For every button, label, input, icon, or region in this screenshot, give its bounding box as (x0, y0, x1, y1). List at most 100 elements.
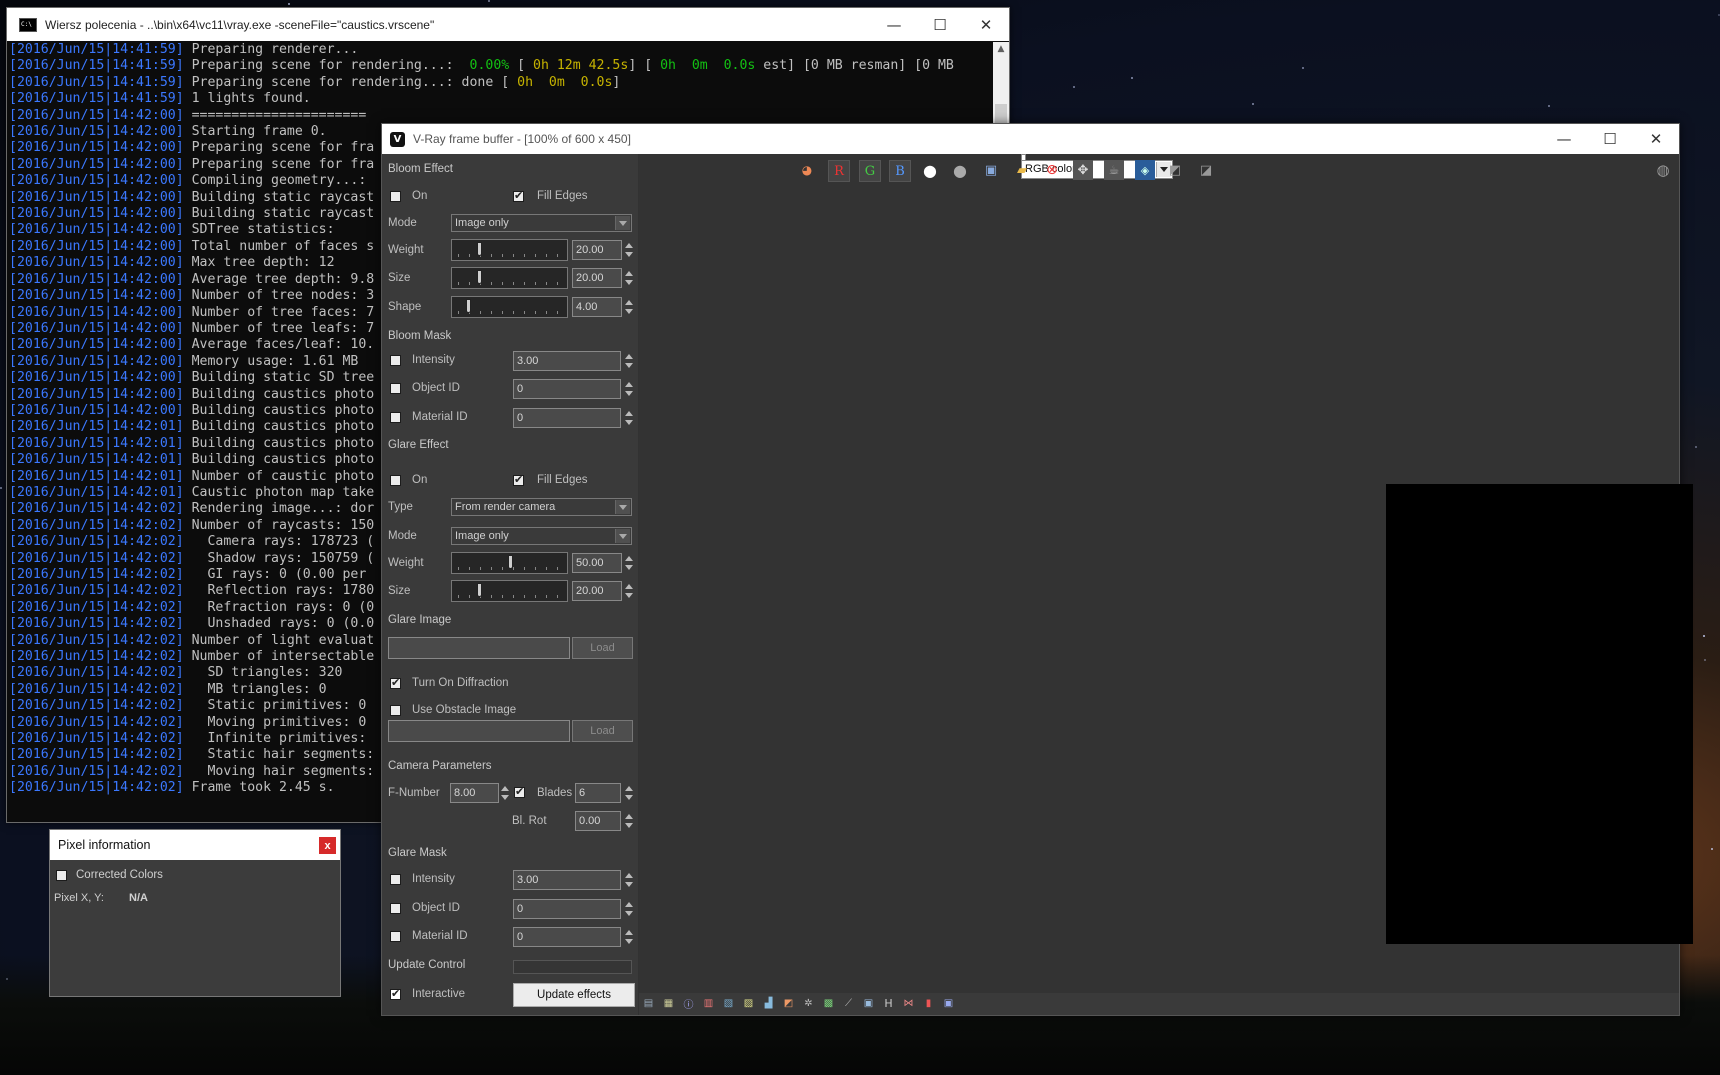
vfb-titlebar[interactable]: V V-Ray frame buffer - [100% of 600 x 45… (382, 124, 1679, 154)
use-obstacle-image-checkbox[interactable] (390, 705, 401, 716)
bloom-size-slider[interactable] (451, 267, 568, 289)
statusbar-icon-16[interactable]: ▣ (942, 997, 955, 1010)
blade-rotation-input[interactable]: 0.00 (575, 811, 621, 831)
pixel-info-titlebar[interactable]: Pixel information x (50, 830, 340, 860)
slider-knob[interactable] (476, 583, 482, 597)
info-icon[interactable]: ⓘ (682, 997, 695, 1011)
glare-size-input[interactable]: 20.00 (572, 581, 622, 601)
bloom-weight-input[interactable]: 20.00 (572, 240, 622, 260)
blades-input[interactable]: 6 (575, 783, 621, 803)
glare-mask-material-id-checkbox[interactable] (390, 931, 401, 942)
cmd-maximize-button[interactable]: ☐ (917, 8, 963, 41)
blade-rotation-spinner[interactable] (625, 811, 633, 831)
bloom-weight-slider[interactable] (451, 239, 568, 261)
vfb-minimize-button[interactable]: — (1541, 124, 1587, 154)
obstacle-image-path-input[interactable] (388, 720, 570, 742)
bloom-mask-intensity-checkbox[interactable] (390, 355, 401, 366)
bloom-mask-intensity-spinner[interactable] (625, 351, 633, 371)
glare-mask-object-id-input[interactable]: 0 (513, 899, 621, 919)
pixel-information-window[interactable]: Pixel information x Corrected Colors Pix… (49, 829, 341, 997)
green-channel-button[interactable]: G (859, 160, 881, 182)
glare-mask-intensity-spinner[interactable] (625, 870, 633, 890)
glare-type-select[interactable]: From render camera (451, 498, 632, 516)
clear-image-icon[interactable]: ⊗ (1042, 160, 1062, 180)
scroll-up-arrow-icon[interactable]: ▲ (993, 44, 1009, 54)
blades-checkbox[interactable] (514, 785, 525, 798)
blades-spinner[interactable] (625, 783, 633, 803)
glare-mask-object-id-checkbox[interactable] (390, 903, 401, 914)
glare-mask-material-id-spinner[interactable] (625, 927, 633, 947)
statusbar-icon-6[interactable]: ▨ (742, 997, 755, 1010)
slider-knob[interactable] (476, 242, 482, 256)
vfb-close-button[interactable]: ✕ (1633, 124, 1679, 154)
bloom-size-spinner[interactable] (625, 268, 633, 288)
bloom-weight-spinner[interactable] (625, 240, 633, 260)
bloom-mask-material-id-spinner[interactable] (625, 408, 633, 428)
statusbar-icon-9[interactable]: ✲ (802, 997, 815, 1010)
gray-circle-icon[interactable]: ● (950, 160, 970, 180)
bloom-shape-spinner[interactable] (625, 297, 633, 317)
statusbar-icon-2[interactable]: ▦ (662, 997, 675, 1010)
cmd-close-button[interactable]: ✕ (963, 8, 1009, 41)
glare-image-path-input[interactable] (388, 637, 570, 659)
region-render-icon[interactable]: ◈ (1135, 160, 1155, 180)
bloom-mask-material-id-checkbox[interactable] (390, 412, 401, 423)
update-effects-button[interactable]: Update effects (513, 983, 635, 1007)
bloom-mask-material-id-input[interactable]: 0 (513, 408, 621, 428)
render-image[interactable] (1386, 484, 1693, 944)
glare-mask-intensity-checkbox[interactable] (390, 874, 401, 885)
statusbar-icon-12[interactable]: ▣ (862, 997, 875, 1010)
bloom-mask-object-id-input[interactable]: 0 (513, 379, 621, 399)
glare-weight-slider[interactable] (451, 552, 568, 574)
white-circle-icon[interactable]: ● (920, 160, 940, 180)
statusbar-icon-5[interactable]: ▧ (722, 997, 735, 1010)
globe-icon[interactable]: ◍ (1653, 160, 1673, 180)
interactive-checkbox[interactable] (390, 987, 401, 1000)
color-channels-icon[interactable]: ◕ (797, 160, 817, 180)
bloom-fill-edges-checkbox[interactable] (513, 189, 524, 202)
bloom-mode-select[interactable]: Image only (451, 214, 632, 232)
glare-on-checkbox[interactable] (390, 475, 401, 486)
vfb-maximize-button[interactable]: ☐ (1587, 124, 1633, 154)
turn-on-diffraction-checkbox[interactable] (390, 676, 401, 689)
red-channel-button[interactable]: R (828, 160, 850, 182)
statusbar-icon-10[interactable]: ▩ (822, 997, 835, 1010)
statusbar-icon-8[interactable]: ◩ (782, 997, 795, 1010)
statusbar-icon-4[interactable]: ▥ (702, 997, 715, 1010)
statusbar-icon-13[interactable]: H (882, 997, 895, 1010)
glare-mask-material-id-input[interactable]: 0 (513, 927, 621, 947)
corrected-colors-checkbox[interactable] (56, 870, 67, 881)
glare-mask-object-id-spinner[interactable] (625, 899, 633, 919)
compare-b-icon[interactable]: ◪ (1196, 160, 1216, 180)
track-mouse-icon[interactable]: ✥ (1073, 160, 1093, 180)
pixel-info-close-button[interactable]: x (319, 837, 336, 854)
cmd-titlebar[interactable]: Wiersz polecenia - ..\bin\x64\vc11\vray.… (7, 8, 1009, 41)
teapot-icon[interactable]: ☕ (1104, 160, 1124, 180)
slider-knob[interactable] (476, 270, 482, 284)
compare-a-icon[interactable]: ◩ (1165, 160, 1185, 180)
statusbar-icon-15[interactable]: ▮ (922, 997, 935, 1010)
bloom-shape-input[interactable]: 4.00 (572, 297, 622, 317)
bloom-shape-slider[interactable] (451, 296, 568, 318)
glare-weight-input[interactable]: 50.00 (572, 553, 622, 573)
vfb-viewport[interactable] (639, 154, 1693, 1015)
bloom-mask-object-id-spinner[interactable] (625, 379, 633, 399)
curve-icon[interactable]: ⟋ (842, 997, 855, 1010)
bloom-mask-intensity-input[interactable]: 3.00 (513, 351, 621, 371)
glare-size-spinner[interactable] (625, 581, 633, 601)
glare-weight-spinner[interactable] (625, 553, 633, 573)
slider-knob[interactable] (507, 555, 513, 569)
histogram-icon[interactable]: ▟ (762, 997, 775, 1010)
vray-frame-buffer-window[interactable]: V V-Ray frame buffer - [100% of 600 x 45… (381, 123, 1693, 1016)
glare-fill-edges-checkbox[interactable] (513, 473, 524, 486)
cmd-minimize-button[interactable]: — (871, 8, 917, 41)
statusbar-icon-1[interactable]: ▤ (642, 997, 655, 1010)
fnumber-spinner[interactable] (501, 783, 509, 803)
glare-mask-intensity-input[interactable]: 3.00 (513, 870, 621, 890)
glare-size-slider[interactable] (451, 580, 568, 602)
blue-channel-button[interactable]: B (889, 160, 911, 182)
glare-image-load-button[interactable]: Load (572, 637, 633, 659)
glare-mode-select[interactable]: Image only (451, 527, 632, 545)
bloom-size-input[interactable]: 20.00 (572, 268, 622, 288)
slider-knob[interactable] (466, 299, 472, 313)
